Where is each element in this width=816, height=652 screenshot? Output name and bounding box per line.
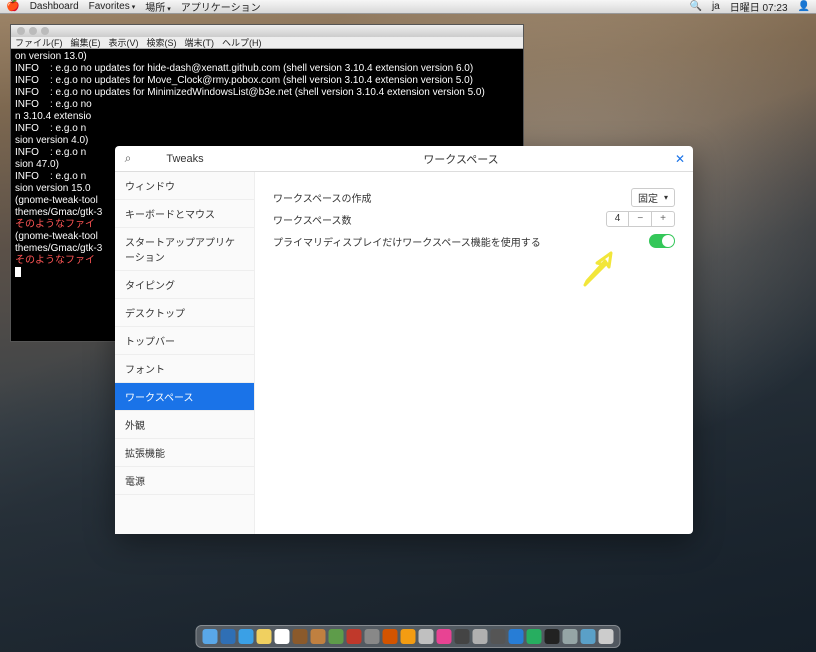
term-menu-terminal[interactable]: 端末(T) <box>185 36 215 49</box>
sidebar-item[interactable]: トップバー <box>115 327 254 355</box>
dock <box>196 625 621 648</box>
dock-item-terminal[interactable] <box>545 629 560 644</box>
menu-dashboard[interactable]: Dashboard <box>30 1 79 12</box>
annotation-arrow <box>575 247 623 295</box>
menu-applications[interactable]: アプリケーション <box>181 0 261 14</box>
tweaks-panel-title: ワークスペース <box>255 151 667 167</box>
dock-item-store[interactable] <box>221 629 236 644</box>
sidebar-item[interactable]: タイピング <box>115 271 254 299</box>
apple-menu-icon[interactable]: 🍎 <box>6 1 20 12</box>
sidebar-item[interactable]: 電源 <box>115 467 254 495</box>
count-value: 4 <box>607 212 630 226</box>
dock-item-recorder[interactable] <box>491 629 506 644</box>
tweaks-window: ⌕ Tweaks ワークスペース ✕ ウィンドウキーボードとマウススタートアップ… <box>115 146 693 534</box>
sidebar-item[interactable]: 拡張機能 <box>115 439 254 467</box>
stepper-plus[interactable]: + <box>652 212 674 226</box>
dock-item-rhythmbox[interactable] <box>419 629 434 644</box>
search-icon[interactable]: 🔍 <box>689 1 701 12</box>
tweaks-header: ⌕ Tweaks ワークスペース ✕ <box>115 146 693 172</box>
dock-item-trash[interactable] <box>599 629 614 644</box>
maximize-icon[interactable] <box>41 27 49 35</box>
dock-item-calendar[interactable] <box>275 629 290 644</box>
terminal-line: INFO : e.g.o no <box>15 99 519 111</box>
dock-item-calculator[interactable] <box>293 629 308 644</box>
setting-count-stepper[interactable]: 4 − + <box>606 211 675 227</box>
terminal-line: INFO : e.g.o no updates for hide-dash@xe… <box>15 63 519 75</box>
dock-item-tool[interactable] <box>365 629 380 644</box>
sidebar-item[interactable]: ウィンドウ <box>115 172 254 200</box>
sidebar-item[interactable]: フォント <box>115 355 254 383</box>
cursor <box>15 267 21 277</box>
term-menu-view[interactable]: 表示(V) <box>109 36 139 49</box>
user-menu-icon[interactable]: 👤 <box>798 1 810 12</box>
clock[interactable]: 日曜日 07:23 <box>730 0 788 14</box>
close-icon[interactable]: ✕ <box>675 152 685 166</box>
term-menu-edit[interactable]: 編集(E) <box>71 36 101 49</box>
close-icon[interactable] <box>17 27 25 35</box>
tweaks-app-title: Tweaks <box>115 153 255 165</box>
dock-item-video[interactable] <box>455 629 470 644</box>
dock-item-time[interactable] <box>527 629 542 644</box>
minimize-icon[interactable] <box>29 27 37 35</box>
system-menubar: 🍎 Dashboard Favorites▾ 場所▾ アプリケーション 🔍 ja… <box>0 0 816 14</box>
input-lang[interactable]: ja <box>712 1 720 12</box>
term-menu-search[interactable]: 検索(S) <box>147 36 177 49</box>
dock-item-itunes[interactable] <box>437 629 452 644</box>
dock-item-settings[interactable] <box>563 629 578 644</box>
terminal-line: n 3.10.4 extensio <box>15 111 519 123</box>
dock-item-chess[interactable] <box>311 629 326 644</box>
tweaks-sidebar: ウィンドウキーボードとマウススタートアップアプリケーションタイピングデスクトップ… <box>115 172 255 534</box>
dock-item-finder[interactable] <box>203 629 218 644</box>
term-menu-help[interactable]: ヘルプ(H) <box>222 36 262 49</box>
terminal-menubar: ファイル(F) 編集(E) 表示(V) 検索(S) 端末(T) ヘルプ(H) <box>11 37 523 49</box>
dock-item-chat[interactable] <box>401 629 416 644</box>
dock-item-dictionary[interactable] <box>473 629 488 644</box>
dock-item-preview[interactable] <box>329 629 344 644</box>
sidebar-item[interactable]: 外観 <box>115 411 254 439</box>
terminal-line: INFO : e.g.o no updates for Move_Clock@r… <box>15 75 519 87</box>
setting-primary-label: プライマリディスプレイだけワークスペース機能を使用する <box>273 234 541 249</box>
terminal-line: INFO : e.g.o n <box>15 123 519 135</box>
setting-creation-dropdown[interactable]: 固定 ▾ <box>631 188 675 207</box>
term-menu-file[interactable]: ファイル(F) <box>15 36 63 49</box>
dock-item-activity[interactable] <box>509 629 524 644</box>
tweaks-panel: ワークスペースの作成 固定 ▾ ワークスペース数 4 − + プライマリディスプ… <box>255 172 693 534</box>
dock-item-brasero[interactable] <box>347 629 362 644</box>
setting-count-label: ワークスペース数 <box>273 212 352 227</box>
dock-item-notes[interactable] <box>257 629 272 644</box>
chevron-down-icon: ▾ <box>664 193 668 202</box>
sidebar-item[interactable]: キーボードとマウス <box>115 200 254 228</box>
terminal-titlebar[interactable] <box>11 25 523 37</box>
stepper-minus[interactable]: − <box>629 212 652 226</box>
sidebar-item[interactable]: デスクトップ <box>115 299 254 327</box>
sidebar-item[interactable]: スタートアップアプリケーション <box>115 228 254 271</box>
dock-item-safari[interactable] <box>239 629 254 644</box>
menu-places[interactable]: 場所▾ <box>145 0 171 14</box>
setting-creation-label: ワークスペースの作成 <box>273 190 372 205</box>
dock-item-display[interactable] <box>581 629 596 644</box>
dock-item-transmission[interactable] <box>383 629 398 644</box>
terminal-line: INFO : e.g.o no updates for MinimizedWin… <box>15 87 519 99</box>
terminal-line: on version 13.0) <box>15 51 519 63</box>
menu-favorites[interactable]: Favorites▾ <box>89 1 136 12</box>
setting-primary-toggle[interactable] <box>649 234 675 248</box>
sidebar-item[interactable]: ワークスペース <box>115 383 254 411</box>
